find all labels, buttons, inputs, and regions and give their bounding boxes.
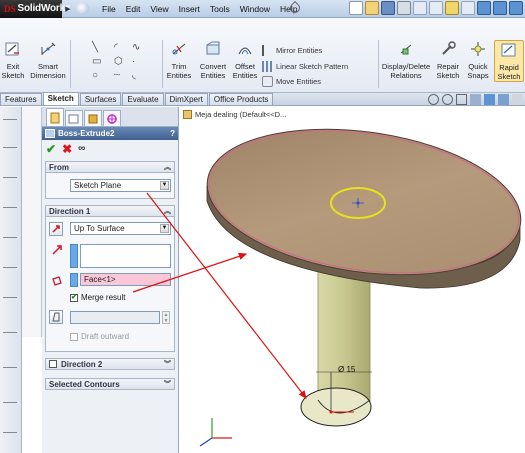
part-icon bbox=[183, 110, 192, 119]
model-viewport: Ø 15 bbox=[132, 128, 522, 447]
coordinate-triad bbox=[199, 418, 232, 447]
feature-tree-root: Meja dealing (Default<<D... bbox=[195, 110, 287, 119]
diameter-dimension[interactable]: Ø 15 bbox=[338, 365, 356, 374]
table-leg[interactable] bbox=[317, 267, 371, 404]
feature-tree-flyout[interactable]: Meja dealing (Default<<D... bbox=[183, 110, 286, 119]
face-callout-arrow bbox=[132, 252, 248, 293]
